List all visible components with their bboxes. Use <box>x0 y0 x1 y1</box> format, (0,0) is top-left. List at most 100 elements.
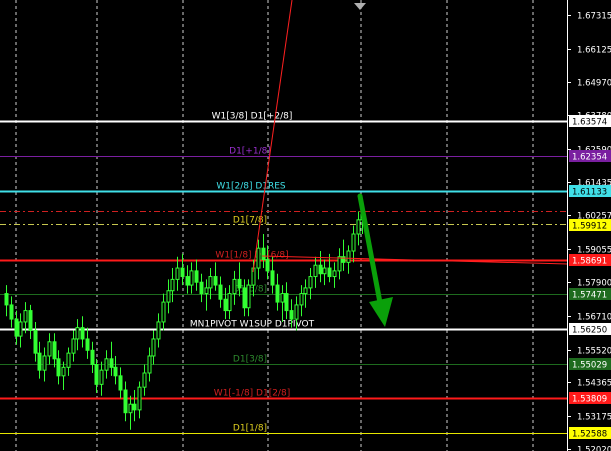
candle-body <box>99 369 104 385</box>
candle-body <box>147 355 152 374</box>
candle-body <box>351 233 356 252</box>
candle-body <box>161 301 166 323</box>
price-tick-label: 1.56710 <box>577 313 611 323</box>
price-axis: 1.673151.661251.649701.637801.625901.614… <box>567 0 611 451</box>
candle-body <box>52 341 57 360</box>
candle-body <box>56 358 61 377</box>
candle-body <box>346 250 351 263</box>
candle-body <box>66 352 71 368</box>
candle-body <box>14 318 19 337</box>
candle-body <box>61 366 66 377</box>
candle-body <box>166 290 171 303</box>
level-label: D1[+1/8] <box>229 147 271 157</box>
price-tag-label: 1.58691 <box>572 257 607 267</box>
level-label: D1[3/8] <box>233 355 267 365</box>
candle-body <box>118 375 123 391</box>
candle-body <box>42 355 47 371</box>
candle-body <box>256 247 261 269</box>
candle-body <box>71 338 76 354</box>
candle-body <box>90 349 95 365</box>
candle-body <box>237 278 242 289</box>
candle-body <box>104 358 109 371</box>
price-chart[interactable]: W1[3/8] D1[+2/8] D1[+1/8] W1[2/8] D1RES D1[… <box>0 0 611 451</box>
candle-body <box>75 327 80 340</box>
price-tag-label: 1.57471 <box>572 291 607 301</box>
price-tag-label: 1.56250 <box>572 326 607 336</box>
candle-body <box>28 310 33 331</box>
level-label: D1[1/8] <box>233 424 267 434</box>
candle-body <box>23 310 28 323</box>
price-tick-label: 1.67315 <box>577 12 611 22</box>
price-tick-label: 1.55520 <box>577 347 611 357</box>
candle-body <box>265 259 270 272</box>
candle-body <box>170 278 175 292</box>
price-tag-label: 1.61133 <box>572 188 607 198</box>
price-tick-label: 1.52020 <box>577 446 611 451</box>
chart-background <box>0 0 611 451</box>
candle-body <box>213 276 218 286</box>
candle-body <box>356 219 361 235</box>
candle-body <box>113 366 118 377</box>
price-tag-label: 1.52588 <box>572 430 607 440</box>
candle-body <box>208 276 213 289</box>
candle-body <box>227 293 232 312</box>
candle-body <box>142 372 147 388</box>
candle-body <box>218 284 223 300</box>
candle-body <box>180 267 185 278</box>
candle-body <box>33 329 38 354</box>
price-tag-label: 1.59912 <box>572 222 607 232</box>
candle-body <box>132 403 137 411</box>
candle-body <box>337 256 342 272</box>
candle-body <box>322 267 327 275</box>
candle-body <box>9 304 14 320</box>
candle-body <box>246 284 251 309</box>
level-label: W1[-1/8] D1[2/8] <box>214 389 290 399</box>
price-tag-label: 1.62354 <box>572 153 607 163</box>
candle-body <box>275 284 280 303</box>
candle-body <box>156 321 161 340</box>
candle-body <box>318 264 323 275</box>
candle-body <box>303 287 308 295</box>
candle-body <box>341 256 346 263</box>
candle-body <box>280 293 285 303</box>
candle-body <box>151 338 156 357</box>
candle-body <box>80 327 85 340</box>
candle-body <box>242 287 247 309</box>
level-label: D1[7/8] <box>233 216 267 226</box>
price-tag-label: 1.63574 <box>572 118 607 128</box>
candle-body <box>261 247 266 261</box>
candle-body <box>37 352 42 371</box>
candle-body <box>18 321 23 337</box>
price-tick-label: 1.57900 <box>577 279 611 289</box>
level-label: W1[1/8] D1[6/8] <box>215 251 288 261</box>
candle-body <box>4 293 9 306</box>
candle-body <box>123 389 128 414</box>
candle-body <box>223 298 228 312</box>
candle-body <box>137 386 142 411</box>
candle-body <box>308 276 313 289</box>
candle-body <box>299 293 304 306</box>
price-tick-label: 1.64970 <box>577 79 611 89</box>
price-tick-label: 1.66125 <box>577 46 611 56</box>
candle-body <box>289 310 294 320</box>
level-label: W1[2/8] D1RES <box>216 182 286 192</box>
candle-body <box>284 293 289 312</box>
level-label: MN1PIVOT W1SUP D1PIVOT <box>190 320 315 330</box>
price-tag-label: 1.55029 <box>572 361 607 371</box>
candle-body <box>175 267 180 280</box>
candle-body <box>327 267 332 278</box>
candle-body <box>270 270 275 286</box>
price-tag-label: 1.53809 <box>572 395 607 405</box>
candle-body <box>294 304 299 320</box>
candle-body <box>194 270 199 283</box>
candle-body <box>185 276 190 286</box>
candle-body <box>313 264 318 278</box>
candle-body <box>94 363 99 385</box>
candle-body <box>47 341 52 357</box>
candle-body <box>199 281 204 295</box>
candle-body <box>204 287 209 295</box>
candle-body <box>128 403 133 414</box>
price-tick-label: 1.53175 <box>577 413 611 423</box>
candle-body <box>232 278 237 295</box>
candle-body <box>109 358 114 368</box>
